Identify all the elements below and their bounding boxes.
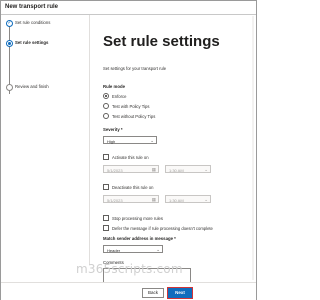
back-button[interactable]: Back [142, 288, 164, 298]
defer-message-checkbox[interactable]: Defer the message if rule processing doe… [103, 225, 243, 233]
step-label: Set rule conditions [15, 20, 51, 25]
activate-date-field[interactable]: 5/1/2023 ▦ [103, 165, 159, 173]
checkbox-icon [103, 184, 109, 190]
step-review-and-finish[interactable]: Review and finish [5, 83, 83, 93]
activate-rule-checkbox[interactable]: Activate this rule on [103, 154, 243, 162]
stop-processing-checkbox[interactable]: Stop processing more rules [103, 215, 243, 223]
next-button[interactable]: Next [166, 286, 194, 300]
calendar-icon: ▦ [151, 196, 156, 202]
radio-label: Enforce [112, 94, 127, 99]
radio-test-with-policy-tips[interactable]: Test with Policy Tips [103, 103, 243, 111]
pending-step-icon [6, 84, 13, 91]
page-subtitle: Set settings for your transport rule [103, 66, 167, 71]
activate-time-field[interactable]: 1:30 AM ⌄ [165, 165, 211, 173]
checkbox-icon [103, 225, 109, 231]
match-sender-label: Match sender address in message * [103, 236, 176, 241]
calendar-icon: ▦ [151, 166, 156, 172]
radio-icon [103, 113, 109, 119]
time-value: 1:30 AM [169, 167, 184, 173]
radio-selected-icon [103, 93, 109, 99]
date-value: 5/1/2023 [107, 197, 123, 203]
watermark: m365scripts.com [76, 262, 183, 276]
checkbox-label: Stop processing more rules [112, 216, 163, 221]
step-label: Review and finish [15, 84, 49, 89]
checkbox-icon [103, 154, 109, 160]
wizard-panel: New transport rule ✓ Set rule conditions… [0, 0, 257, 300]
checkbox-icon [103, 215, 109, 221]
radio-label: Test with Policy Tips [112, 104, 150, 109]
time-value: 1:30 AM [169, 197, 184, 203]
checkbox-label: Activate this rule on [112, 155, 149, 160]
deactivate-time-field[interactable]: 1:30 AM ⌄ [165, 195, 211, 203]
severity-label: Severity * [103, 127, 123, 132]
date-value: 5/1/2023 [107, 167, 123, 173]
chevron-down-icon: ⌄ [156, 246, 160, 252]
page-title: Set rule settings [103, 33, 220, 50]
radio-test-without-policy-tips[interactable]: Test without Policy Tips [103, 113, 243, 121]
wizard-steps: ✓ Set rule conditions Set rule settings … [1, 15, 83, 265]
current-step-icon [6, 40, 13, 47]
chevron-down-icon: ⌄ [204, 166, 208, 172]
checkbox-label: Defer the message if rule processing doe… [112, 226, 213, 231]
severity-dropdown[interactable]: High ⌄ [103, 136, 157, 144]
step-label: Set rule settings [15, 40, 49, 45]
deactivate-rule-checkbox[interactable]: Deactivate this rule on [103, 184, 243, 192]
window-title: New transport rule [5, 4, 59, 10]
chevron-down-icon: ⌄ [204, 196, 208, 202]
wizard-footer: Back Next [1, 282, 256, 300]
step-set-rule-settings[interactable]: Set rule settings [5, 39, 83, 49]
match-sender-dropdown[interactable]: Header ⌄ [103, 245, 163, 253]
deactivate-date-field[interactable]: 5/1/2023 ▦ [103, 195, 159, 203]
severity-value: High [107, 138, 116, 144]
chevron-down-icon: ⌄ [150, 137, 154, 143]
rule-mode-label: Rule mode [103, 84, 125, 89]
radio-label: Test without Policy Tips [112, 114, 156, 119]
panel-divider [89, 15, 90, 265]
radio-icon [103, 103, 109, 109]
radio-enforce[interactable]: Enforce [103, 93, 243, 101]
checkbox-label: Deactivate this rule on [112, 185, 154, 190]
match-sender-value: Header [107, 247, 121, 253]
scrollbar[interactable] [252, 16, 254, 280]
title-bar: New transport rule [1, 1, 256, 15]
checkmark-icon: ✓ [6, 20, 13, 27]
step-set-rule-conditions[interactable]: ✓ Set rule conditions [5, 19, 83, 29]
